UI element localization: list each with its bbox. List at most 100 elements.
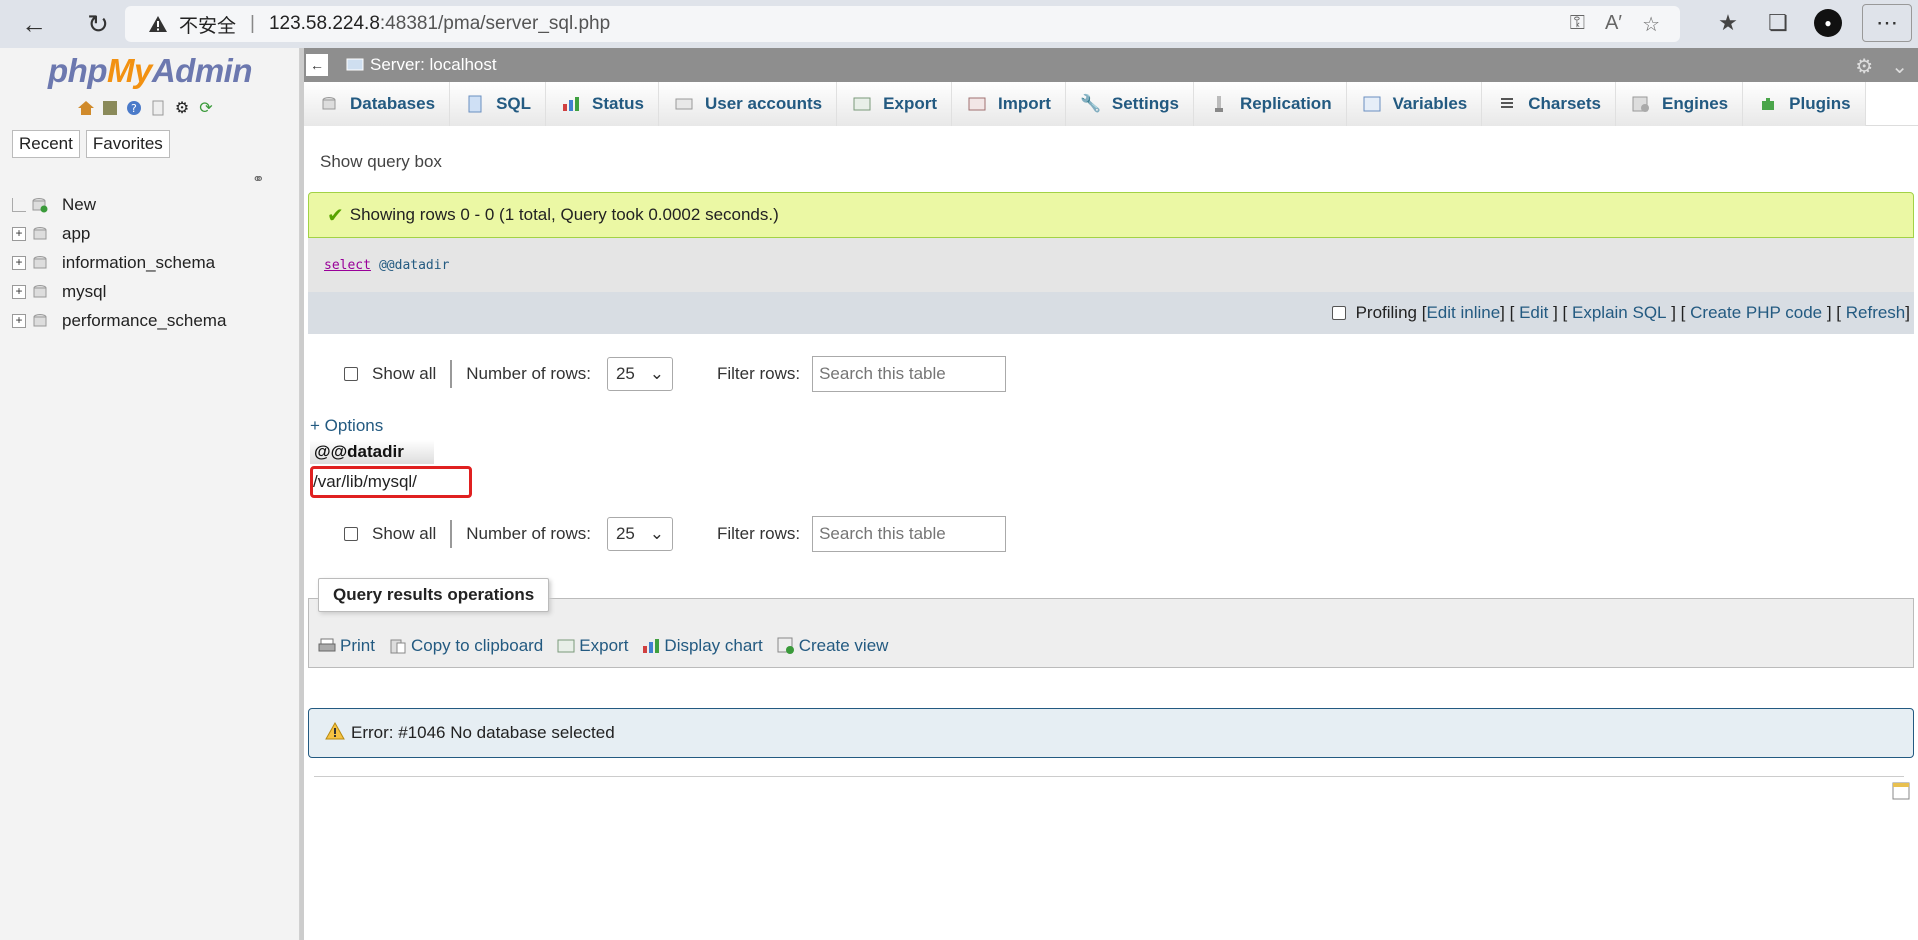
logout-icon[interactable]	[100, 98, 120, 118]
expand-icon[interactable]: +	[12, 255, 26, 270]
tab-label: Variables	[1392, 94, 1468, 113]
clipboard-icon	[389, 637, 407, 655]
url-path: :48381/pma/server_sql.php	[379, 13, 611, 34]
explain-sql-link[interactable]: Explain SQL	[1572, 303, 1667, 323]
tab-user-accounts[interactable]: User accounts	[658, 82, 838, 126]
tab-status[interactable]: Status	[546, 82, 659, 126]
tab-settings[interactable]: 🔧 Settings	[1065, 82, 1194, 126]
reload-navigation-icon[interactable]: ⟳	[196, 98, 216, 118]
profiling-checkbox[interactable]	[1331, 306, 1346, 320]
server-icon	[346, 57, 364, 73]
copy-to-clipboard-link[interactable]: Copy to clipboard	[389, 636, 543, 656]
database-icon	[32, 284, 48, 300]
address-bar[interactable]: 不安全 | 123.58.224.8:48381/pma/server_sql.…	[125, 6, 1680, 42]
status-icon	[560, 93, 582, 115]
read-aloud-icon[interactable]: A′	[1605, 12, 1622, 37]
tree-item-mysql[interactable]: + mysql	[12, 277, 292, 306]
show-all-label: Show all	[372, 524, 437, 543]
replication-icon	[1208, 93, 1230, 115]
docs-icon[interactable]	[148, 98, 168, 118]
navigation-resizer[interactable]	[300, 48, 304, 940]
bracket: ] [	[1500, 303, 1520, 322]
expand-icon[interactable]: +	[12, 284, 26, 299]
tree-item-performance-schema[interactable]: + performance_schema	[12, 306, 292, 335]
show-all-checkbox[interactable]	[344, 527, 358, 541]
recent-tab[interactable]: Recent	[12, 130, 80, 158]
tab-import[interactable]: Import	[952, 82, 1066, 126]
display-chart-link[interactable]: Display chart	[642, 636, 763, 656]
edit-link[interactable]: Edit	[1519, 303, 1548, 323]
favorites-tab[interactable]: Favorites	[85, 130, 170, 158]
reload-icon[interactable]: ↻	[78, 4, 118, 44]
tab-databases[interactable]: Databases	[304, 82, 451, 126]
back-icon[interactable]: ←	[14, 4, 54, 44]
rows-per-page-select[interactable]: 25 ⌄	[606, 517, 673, 551]
create-php-code-link[interactable]: Create PHP code	[1690, 303, 1822, 323]
bracket: ]	[1905, 303, 1910, 322]
rows-per-page-select[interactable]: 25 ⌄	[606, 357, 673, 391]
filter-rows-input[interactable]	[812, 356, 1007, 392]
import-icon	[966, 93, 988, 115]
options-toggle[interactable]: + Options	[310, 416, 383, 436]
more-options-icon[interactable]: ⋯	[1862, 4, 1912, 42]
result-cell[interactable]: /var/lib/mysql/	[310, 466, 472, 498]
export-link[interactable]: Export	[557, 636, 628, 656]
tab-label: Databases	[350, 94, 436, 113]
show-query-box-link[interactable]: Show query box	[320, 152, 442, 172]
console-icon[interactable]	[1892, 782, 1910, 800]
create-view-link[interactable]: Create view	[777, 636, 888, 656]
divider	[450, 360, 453, 388]
address-separator: |	[250, 13, 255, 34]
select-value: 25	[615, 364, 635, 383]
tab-sql[interactable]: SQL	[450, 82, 547, 126]
server-title[interactable]: Server: localhost	[370, 55, 497, 75]
tab-replication[interactable]: Replication	[1193, 82, 1347, 126]
database-tree: New + app + information_schema + mysql +…	[12, 190, 292, 335]
print-link[interactable]: Print	[318, 636, 375, 656]
tab-export[interactable]: Export	[837, 82, 952, 126]
key-icon[interactable]: ⚿	[1570, 12, 1585, 37]
database-icon	[32, 255, 48, 271]
phpmyadmin-logo[interactable]: phpMyAdmin	[48, 52, 253, 90]
plugin-icon	[1757, 93, 1779, 115]
filter-rows-input[interactable]	[812, 516, 1007, 552]
collapse-top-icon[interactable]: ⌄	[1891, 54, 1908, 79]
tree-item-information-schema[interactable]: + information_schema	[12, 248, 292, 277]
sql-keyword[interactable]: select	[324, 258, 371, 273]
number-of-rows-label: Number of rows:	[466, 524, 591, 543]
main-tabs: Databases SQL Status User accounts Expor…	[304, 82, 1918, 126]
collections-icon[interactable]: ❏	[1762, 4, 1794, 42]
expand-icon[interactable]: +	[12, 313, 26, 328]
favorites-icon[interactable]: ★	[1712, 4, 1744, 42]
bracket: [	[1417, 303, 1427, 322]
refresh-link[interactable]: Refresh	[1846, 303, 1906, 323]
tab-engines[interactable]: Engines	[1616, 82, 1744, 126]
tab-plugins[interactable]: Plugins	[1743, 82, 1866, 126]
expand-icon[interactable]: +	[12, 226, 26, 241]
home-icon[interactable]	[76, 98, 96, 118]
tree-item-new[interactable]: New	[12, 190, 292, 219]
tree-item-label: mysql	[62, 281, 107, 301]
settings-icon[interactable]: ⚙	[172, 98, 192, 118]
help-icon[interactable]: ?	[124, 98, 144, 118]
page-settings-icon[interactable]: ⚙	[1855, 54, 1873, 79]
tab-charsets[interactable]: Charsets	[1482, 82, 1617, 126]
charsets-icon	[1496, 93, 1518, 115]
column-header[interactable]: @@datadir	[310, 440, 434, 464]
profile-avatar[interactable]: ●	[1812, 4, 1844, 42]
logo-php: php	[48, 52, 107, 89]
add-favorite-icon[interactable]: ☆	[1642, 12, 1660, 37]
link-icon[interactable]: ⚭	[252, 170, 265, 188]
success-message: ✔ Showing rows 0 - 0 (1 total, Query too…	[308, 192, 1914, 238]
database-icon	[318, 93, 340, 115]
tab-label: Settings	[1111, 94, 1179, 113]
check-icon: ✔	[327, 204, 344, 227]
tab-variables[interactable]: Variables	[1346, 82, 1483, 126]
collapse-nav-icon[interactable]: ←	[306, 54, 328, 76]
edit-inline-link[interactable]: Edit inline	[1426, 303, 1500, 323]
number-of-rows-label: Number of rows:	[466, 364, 591, 383]
create-view-icon	[777, 637, 795, 655]
tree-item-app[interactable]: + app	[12, 219, 292, 248]
show-all-checkbox[interactable]	[344, 367, 358, 381]
link-label: Display chart	[664, 636, 763, 655]
